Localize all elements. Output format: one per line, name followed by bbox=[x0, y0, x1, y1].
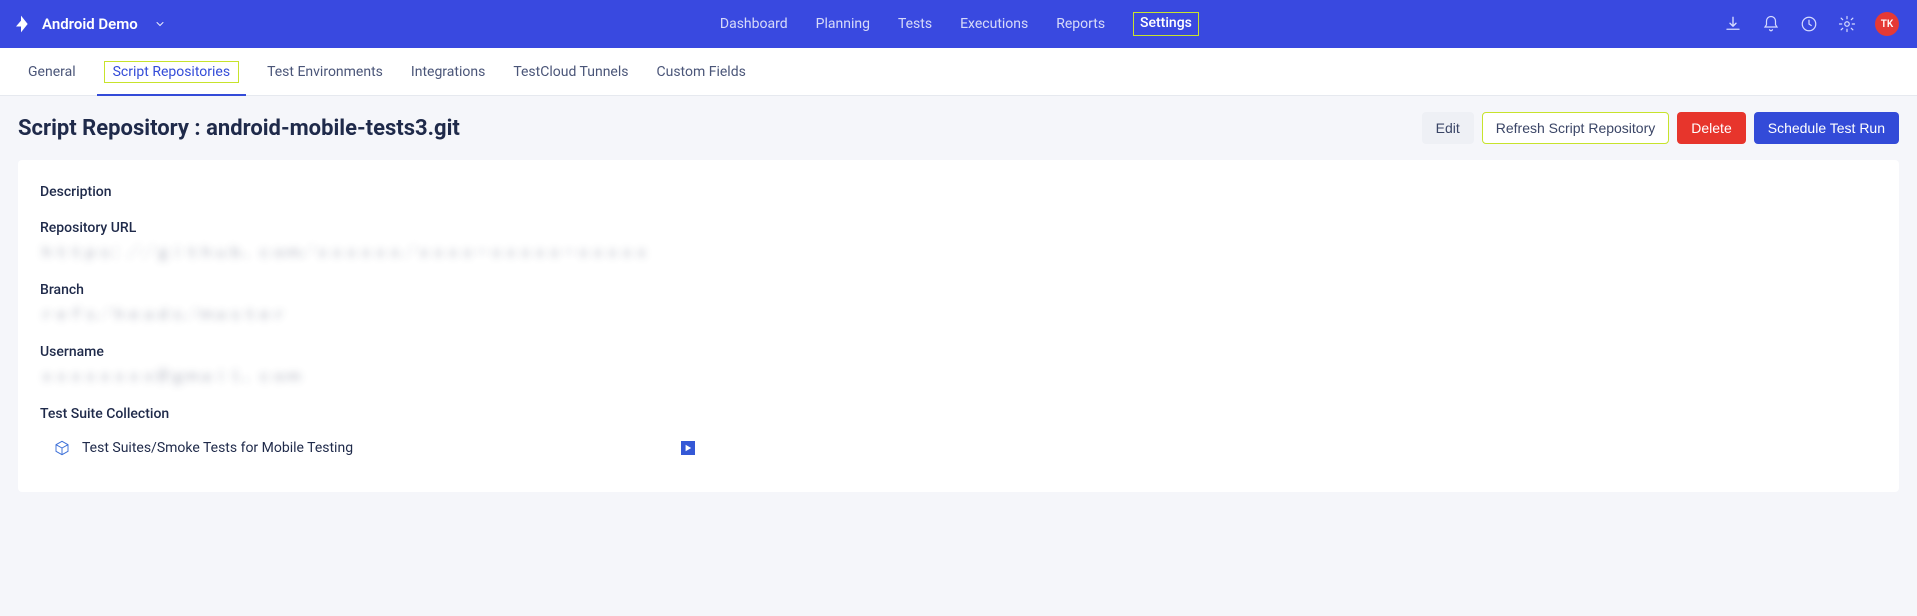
description-field: Description bbox=[40, 184, 1877, 200]
nav-utilities: TK bbox=[1723, 12, 1899, 36]
settings-tabs: General Script Repositories Test Environ… bbox=[0, 48, 1917, 96]
repository-url-field: Repository URL ｈｔｔｐｓ：／／ｇｉｔｈｕｂ．ｃｏｍ／ｘｘｘｘｘｘ… bbox=[40, 220, 1877, 262]
username-value: ｘｘｘｘｘｘｘｘ＠ｇｍａｉｌ．ｃｏｍ bbox=[40, 366, 1877, 386]
repository-details-card: Description Repository URL ｈｔｔｐｓ：／／ｇｉｔｈｕ… bbox=[18, 160, 1899, 492]
page-actions: Edit Refresh Script Repository Delete Sc… bbox=[1422, 112, 1899, 144]
nav-executions[interactable]: Executions bbox=[960, 12, 1028, 36]
branch-field: Branch ｒｅｆｓ／ｈｅａｄｓ／ｍａｓｔｅｒ bbox=[40, 282, 1877, 324]
tab-testcloud-tunnels[interactable]: TestCloud Tunnels bbox=[513, 48, 628, 96]
gear-icon[interactable] bbox=[1837, 14, 1857, 34]
repository-url-label: Repository URL bbox=[40, 220, 1877, 236]
chevron-down-icon bbox=[154, 18, 166, 30]
tab-integrations[interactable]: Integrations bbox=[411, 48, 485, 96]
project-switcher[interactable]: Android Demo bbox=[10, 13, 166, 35]
username-label: Username bbox=[40, 344, 1877, 360]
test-suite-collection-field: Test Suite Collection bbox=[40, 406, 1877, 422]
page-header: Script Repository : android-mobile-tests… bbox=[0, 96, 1917, 160]
test-suite-collection-label: Test Suite Collection bbox=[40, 406, 1877, 422]
tab-script-repositories[interactable]: Script Repositories bbox=[104, 61, 239, 83]
delete-button[interactable]: Delete bbox=[1677, 112, 1745, 144]
description-label: Description bbox=[40, 184, 1877, 200]
test-suite-collection-row: Test Suites/Smoke Tests for Mobile Testi… bbox=[40, 432, 1877, 456]
run-collection-button[interactable] bbox=[681, 441, 695, 455]
nav-planning[interactable]: Planning bbox=[816, 12, 870, 36]
repository-url-value: ｈｔｔｐｓ：／／ｇｉｔｈｕｂ．ｃｏｍ／ｘｘｘｘｘｘ／ｘｘｘｘ－ｘｘｘｘｘ－ｘｘｘ… bbox=[40, 242, 1877, 262]
top-nav: Android Demo Dashboard Planning Tests Ex… bbox=[0, 0, 1917, 48]
tab-general[interactable]: General bbox=[28, 48, 76, 96]
nav-settings[interactable]: Settings bbox=[1133, 12, 1199, 36]
nav-tests[interactable]: Tests bbox=[898, 12, 932, 36]
bell-icon[interactable] bbox=[1761, 14, 1781, 34]
download-icon[interactable] bbox=[1723, 14, 1743, 34]
project-name: Android Demo bbox=[42, 15, 138, 33]
nav-dashboard[interactable]: Dashboard bbox=[720, 12, 788, 36]
branch-label: Branch bbox=[40, 282, 1877, 298]
history-icon[interactable] bbox=[1799, 14, 1819, 34]
package-icon bbox=[54, 440, 70, 456]
username-field: Username ｘｘｘｘｘｘｘｘ＠ｇｍａｉｌ．ｃｏｍ bbox=[40, 344, 1877, 386]
user-avatar[interactable]: TK bbox=[1875, 12, 1899, 36]
refresh-script-repository-button[interactable]: Refresh Script Repository bbox=[1482, 112, 1670, 144]
primary-nav: Dashboard Planning Tests Executions Repo… bbox=[196, 12, 1723, 36]
test-suite-collection-name[interactable]: Test Suites/Smoke Tests for Mobile Testi… bbox=[82, 440, 353, 456]
edit-button[interactable]: Edit bbox=[1422, 112, 1474, 144]
tab-test-environments[interactable]: Test Environments bbox=[267, 48, 383, 96]
tab-custom-fields[interactable]: Custom Fields bbox=[657, 48, 746, 96]
page-title: Script Repository : android-mobile-tests… bbox=[18, 116, 460, 141]
nav-reports[interactable]: Reports bbox=[1056, 12, 1105, 36]
schedule-test-run-button[interactable]: Schedule Test Run bbox=[1754, 112, 1899, 144]
app-logo-icon bbox=[10, 13, 32, 35]
branch-value: ｒｅｆｓ／ｈｅａｄｓ／ｍａｓｔｅｒ bbox=[40, 304, 1877, 324]
